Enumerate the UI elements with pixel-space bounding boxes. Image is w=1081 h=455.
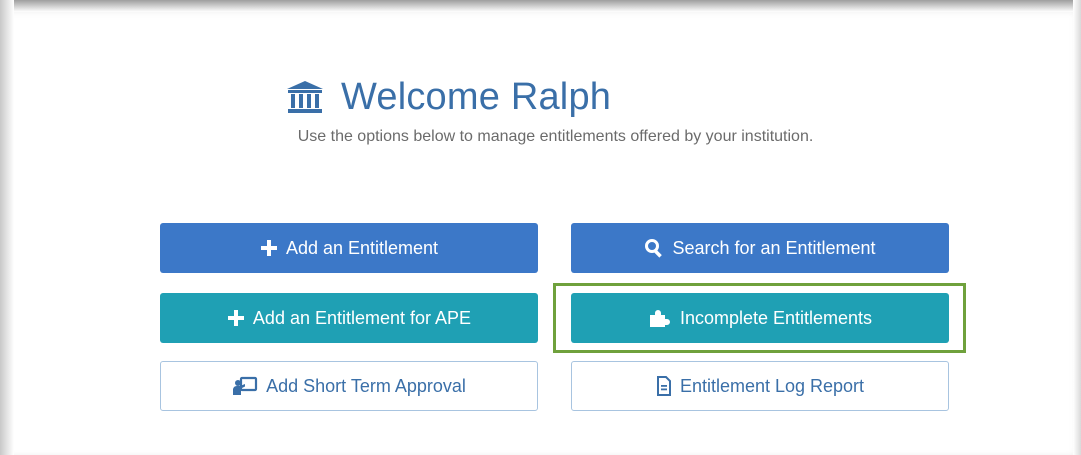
page-header: Welcome Ralph (285, 72, 611, 122)
page-container: Welcome Ralph Use the options below to m… (0, 0, 1081, 455)
search-icon (644, 238, 664, 258)
add-short-term-approval-button[interactable]: Add Short Term Approval (160, 361, 538, 411)
incomplete-entitlements-label: Incomplete Entitlements (679, 307, 873, 328)
search-entitlement-label: Search for an Entitlement (672, 237, 876, 258)
institution-icon (287, 81, 323, 113)
add-short-term-approval-label: Add Short Term Approval (266, 375, 466, 396)
teacher-board-icon (232, 376, 258, 396)
page-subtitle: Use the options below to manage entitlem… (297, 128, 814, 145)
window-shadow-top (0, 0, 1081, 12)
window-shadow-right (1073, 0, 1081, 455)
plus-icon (260, 239, 278, 257)
search-entitlement-button[interactable]: Search for an Entitlement (571, 223, 949, 273)
page-title: Welcome Ralph (341, 75, 612, 118)
window-shadow-left (0, 0, 14, 455)
incomplete-entitlements-button[interactable]: Incomplete Entitlements (571, 293, 949, 343)
plus-icon (227, 309, 245, 327)
add-entitlement-button[interactable]: Add an Entitlement (160, 223, 538, 273)
add-entitlement-ape-label: Add an Entitlement for APE (252, 307, 472, 328)
puzzle-icon (648, 308, 672, 328)
entitlement-log-report-label: Entitlement Log Report (679, 375, 865, 396)
add-entitlement-ape-button[interactable]: Add an Entitlement for APE (160, 293, 538, 343)
document-icon (656, 376, 672, 396)
add-entitlement-label: Add an Entitlement (285, 237, 439, 258)
entitlement-log-report-button[interactable]: Entitlement Log Report (571, 361, 949, 411)
